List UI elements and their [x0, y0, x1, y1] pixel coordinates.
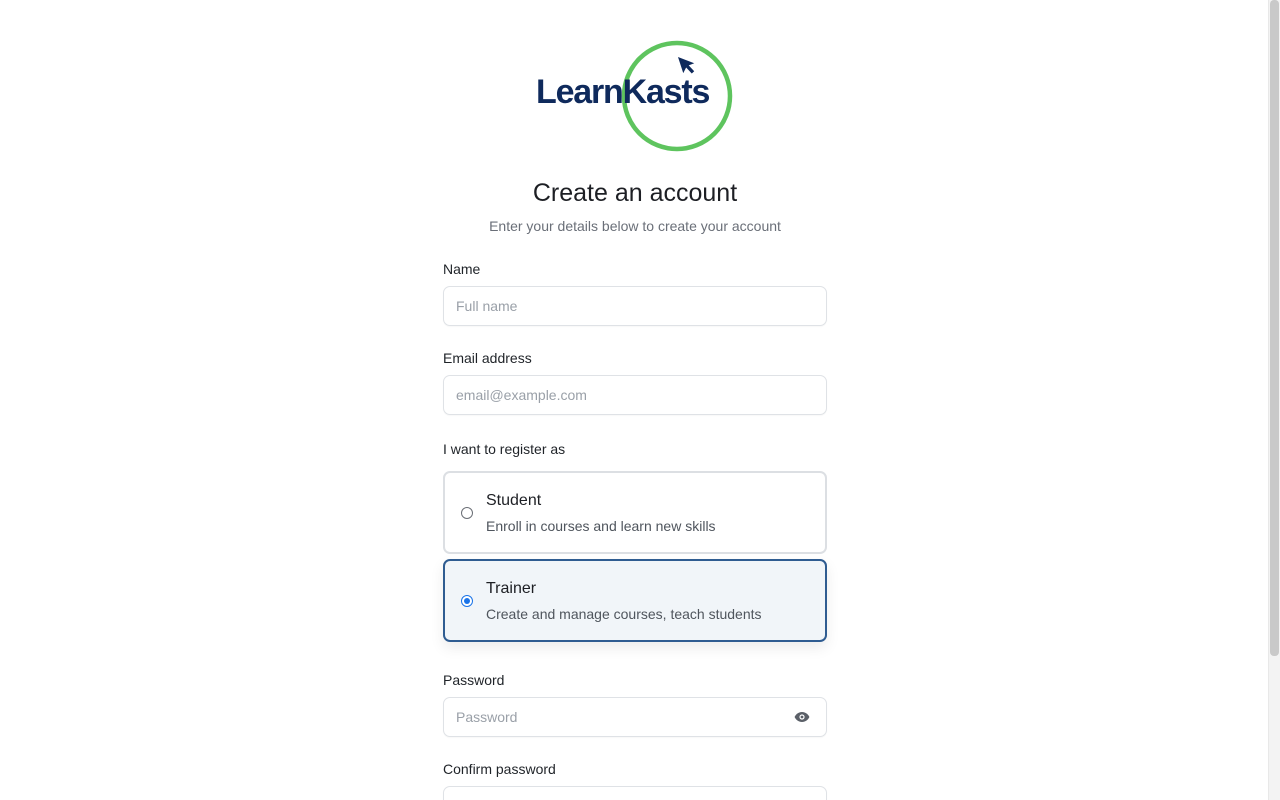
role-option-student[interactable]: Student Enroll in courses and learn new … — [443, 471, 827, 554]
email-input[interactable] — [456, 376, 786, 414]
confirm-password-label: Confirm password — [443, 761, 556, 777]
student-radio[interactable] — [461, 507, 473, 519]
password-label: Password — [443, 672, 505, 688]
learnkasts-logo: LearnKasts — [536, 38, 736, 154]
eye-icon[interactable] — [794, 710, 810, 724]
signup-page: LearnKasts Create an account Enter your … — [0, 0, 1280, 800]
page-title: Create an account — [532, 179, 738, 207]
trainer-title: Trainer — [486, 580, 537, 597]
student-title: Student — [486, 492, 542, 509]
name-field[interactable] — [443, 286, 827, 326]
scrollbar-thumb[interactable] — [1270, 0, 1279, 656]
password-field[interactable] — [443, 697, 827, 737]
email-field[interactable] — [443, 375, 827, 415]
role-label: I want to register as — [443, 441, 566, 457]
trainer-radio[interactable] — [461, 595, 473, 607]
page-subtitle: Enter your details below to create your … — [489, 218, 781, 234]
email-label: Email address — [443, 350, 532, 366]
trainer-description: Create and manage courses, teach student… — [486, 606, 762, 622]
student-description: Enroll in courses and learn new skills — [486, 518, 716, 534]
name-label: Name — [443, 261, 481, 277]
name-input[interactable] — [456, 287, 786, 325]
page-scrollbar[interactable] — [1268, 0, 1280, 800]
password-input[interactable] — [456, 698, 786, 736]
logo-wordmark: LearnKasts — [536, 73, 710, 111]
confirm-password-field[interactable] — [443, 786, 827, 800]
role-option-trainer[interactable]: Trainer Create and manage courses, teach… — [443, 559, 827, 642]
